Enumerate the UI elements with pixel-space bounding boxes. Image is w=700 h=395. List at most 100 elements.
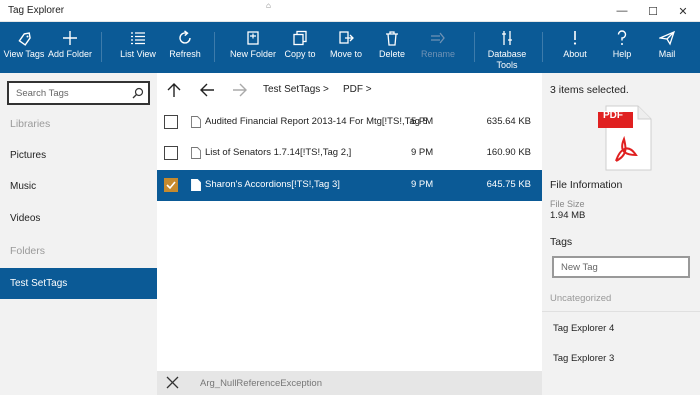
list-icon — [131, 32, 145, 45]
window-title: Tag Explorer — [8, 5, 65, 16]
copy-to-button[interactable]: Copy to — [283, 22, 317, 73]
forward-arrow-icon[interactable] — [232, 82, 248, 98]
sidebar-item-pictures[interactable]: Pictures — [0, 140, 157, 171]
rename-button[interactable]: Rename — [420, 22, 456, 73]
rename-label: Rename — [420, 49, 456, 59]
back-arrow-icon[interactable] — [199, 82, 215, 98]
view-tags-label: View Tags — [3, 49, 45, 59]
file-time: 5 PM — [411, 116, 434, 127]
uncategorized-header: Uncategorized — [550, 293, 612, 304]
selection-summary: 3 items selected. — [550, 84, 629, 96]
navigation-bar: Test SetTags > PDF > — [157, 73, 542, 107]
tag-item[interactable]: Tag Explorer 4 — [553, 323, 614, 334]
breadcrumb-pdf[interactable]: PDF > — [343, 84, 372, 95]
toolbar-separator — [101, 32, 102, 62]
file-time: 9 PM — [411, 179, 434, 190]
sidebar-item-videos[interactable]: Videos — [0, 203, 157, 234]
plus-icon — [63, 31, 77, 45]
error-bar: Arg_NullReferenceException — [157, 371, 542, 395]
file-checkbox[interactable] — [164, 146, 178, 160]
file-size-value: 1.94 MB — [550, 210, 586, 221]
toolbar-separator — [542, 32, 543, 62]
toolbar: View Tags Add Folder List View Refresh N… — [0, 22, 700, 73]
file-name: List of Senators 1.7.14[!TS!,Tag 2,] — [205, 147, 352, 158]
file-checkbox-checked[interactable] — [164, 178, 178, 192]
search-placeholder: Search Tags — [16, 88, 69, 99]
new-folder-button[interactable]: New Folder — [230, 22, 277, 73]
document-icon — [191, 116, 201, 128]
file-name: Audited Financial Report 2013-14 For Mtg… — [205, 116, 427, 127]
about-label: About — [563, 49, 587, 59]
search-icon[interactable] — [132, 87, 144, 99]
file-row[interactable]: List of Senators 1.7.14[!TS!,Tag 2,] 9 P… — [157, 138, 542, 169]
pdf-badge-text: PDF — [603, 110, 623, 121]
close-window-button[interactable]: ✕ — [668, 0, 698, 22]
exclamation-icon — [573, 31, 577, 45]
new-folder-icon — [247, 31, 259, 45]
mail-button[interactable]: Mail — [652, 22, 682, 73]
delete-button[interactable]: Delete — [375, 22, 409, 73]
libraries-header: Libraries — [10, 117, 51, 130]
trash-icon — [386, 31, 398, 46]
toolbar-separator — [474, 32, 475, 62]
file-size: 635.64 KB — [486, 116, 531, 127]
file-checkbox[interactable] — [164, 115, 178, 129]
file-size: 645.75 KB — [486, 179, 531, 190]
search-tags-input[interactable]: Search Tags — [7, 81, 150, 105]
move-to-label: Move to — [329, 49, 362, 59]
document-icon — [191, 147, 201, 159]
title-bar: Tag Explorer ⌂ — ☐ ✕ — [0, 0, 700, 22]
up-arrow-icon[interactable] — [166, 82, 182, 98]
help-button[interactable]: Help — [607, 22, 637, 73]
file-information-header: File Information — [550, 179, 623, 191]
tags-header: Tags — [550, 236, 573, 248]
breadcrumb-separator: > — [323, 84, 329, 95]
tag-explorer-window: Tag Explorer ⌂ — ☐ ✕ View Tags Add Folde… — [0, 0, 700, 395]
add-folder-button[interactable]: Add Folder — [48, 22, 92, 73]
copy-icon — [293, 30, 307, 46]
help-label: Help — [612, 49, 632, 59]
view-tags-button[interactable]: View Tags — [4, 22, 44, 73]
drag-handle-icon: ⌂ — [266, 1, 271, 10]
new-folder-label: New Folder — [230, 49, 277, 59]
file-list-pane: Test SetTags > PDF > Audited Financial R… — [157, 73, 542, 395]
file-size: 160.90 KB — [486, 147, 531, 158]
tools-icon — [502, 31, 512, 45]
refresh-icon — [179, 30, 191, 44]
details-panel: 3 items selected. PDF File Information F… — [542, 73, 700, 395]
refresh-label: Refresh — [169, 49, 201, 59]
new-tag-placeholder: New Tag — [561, 262, 598, 273]
file-row[interactable]: Sharon's Accordions[!TS!,Tag 3] 9 PM 645… — [157, 170, 542, 201]
minimize-button[interactable]: — — [607, 0, 637, 22]
delete-label: Delete — [378, 49, 405, 59]
dismiss-error-icon[interactable] — [166, 376, 179, 389]
breadcrumb-label: Test SetTags — [263, 84, 321, 95]
sidebar-item-music[interactable]: Music — [0, 171, 157, 202]
breadcrumb-separator: > — [365, 84, 372, 95]
divider — [542, 311, 700, 312]
sidebar: Search Tags Libraries Pictures Music Vid… — [0, 73, 157, 395]
rename-icon — [431, 32, 445, 44]
send-icon — [659, 30, 675, 46]
mail-label: Mail — [658, 49, 676, 59]
database-tools-button[interactable]: Database Tools — [484, 22, 530, 73]
folders-header: Folders — [10, 244, 46, 257]
tag-icon — [18, 32, 31, 46]
breadcrumb-test-settags[interactable]: Test SetTags > — [263, 84, 329, 95]
file-time: 9 PM — [411, 147, 434, 158]
file-name: Sharon's Accordions[!TS!,Tag 3] — [205, 179, 340, 190]
about-button[interactable]: About — [560, 22, 590, 73]
sidebar-item-test-settags[interactable]: Test SetTags — [0, 268, 157, 299]
list-view-button[interactable]: List View — [119, 22, 157, 73]
error-message: Arg_NullReferenceException — [200, 378, 322, 389]
copy-to-label: Copy to — [284, 49, 316, 59]
tag-item[interactable]: Tag Explorer 3 — [553, 353, 614, 364]
add-folder-label: Add Folder — [47, 49, 93, 59]
question-icon — [617, 30, 627, 45]
file-size-label: File Size — [550, 199, 585, 209]
maximize-button[interactable]: ☐ — [638, 0, 668, 22]
file-row[interactable]: Audited Financial Report 2013-14 For Mtg… — [157, 107, 542, 138]
new-tag-input[interactable]: New Tag — [552, 256, 690, 278]
move-to-button[interactable]: Move to — [327, 22, 365, 73]
refresh-button[interactable]: Refresh — [168, 22, 202, 73]
